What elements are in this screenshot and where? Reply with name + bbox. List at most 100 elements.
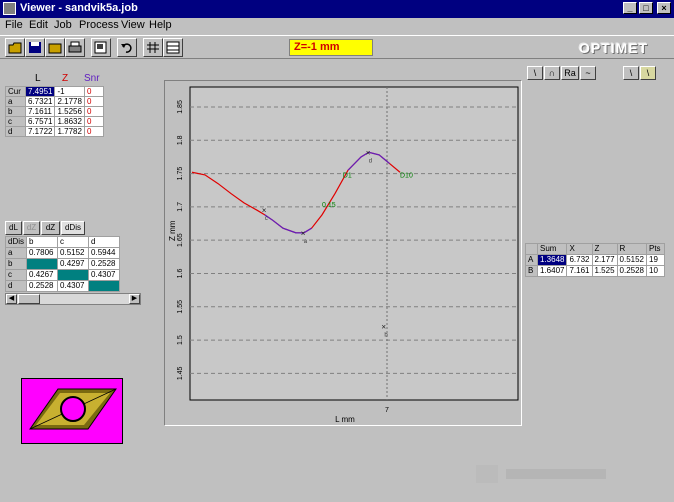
- y-tick-label: 1.7: [177, 202, 184, 212]
- table-cell[interactable]: 0.5944: [88, 247, 121, 259]
- table-row[interactable]: c 0.4267 0.4307: [4, 269, 121, 281]
- table-cell[interactable]: 10: [646, 265, 665, 277]
- ra-view-button[interactable]: Ra: [561, 66, 579, 80]
- table-cell[interactable]: 19: [646, 254, 665, 266]
- wave-view-button[interactable]: ~: [580, 66, 596, 80]
- open-icon: [8, 42, 22, 54]
- y-tick-label: 1.6: [177, 268, 184, 278]
- export-button[interactable]: [91, 38, 111, 57]
- table-row[interactable]: A 1.3648 6.732 2.177 0.5152 19: [525, 254, 665, 266]
- table-cell[interactable]: 0.5152: [57, 247, 90, 259]
- tab-ddis[interactable]: dDis: [61, 221, 85, 235]
- row-label: c: [5, 116, 26, 127]
- menu-job[interactable]: Job: [54, 19, 72, 31]
- print-icon: [68, 41, 82, 53]
- row-label: B: [525, 265, 538, 277]
- table-cell[interactable]: [57, 269, 90, 281]
- grid-button[interactable]: [143, 38, 163, 57]
- save-button[interactable]: [25, 38, 45, 57]
- folder-icon: [48, 43, 62, 54]
- scroll-thumb[interactable]: [18, 294, 40, 304]
- cell-l: 6.7571: [24, 116, 56, 127]
- table-row[interactable]: b 0.4297 0.2528: [4, 258, 121, 270]
- header-cell: X: [566, 243, 593, 255]
- cursor-marker-label: c: [265, 216, 268, 222]
- row-label: a: [5, 96, 26, 107]
- header-cell: R: [616, 243, 648, 255]
- folder-button[interactable]: [45, 38, 65, 57]
- open-button[interactable]: [5, 38, 25, 57]
- table-row[interactable]: d 7.1722 1.7782 0: [5, 126, 104, 137]
- table-cell[interactable]: 0.4267: [26, 269, 59, 281]
- table-row[interactable]: Cur 7.4951 -1 0: [5, 86, 104, 97]
- menu-process[interactable]: Process: [79, 19, 119, 31]
- table-cell[interactable]: 0.4307: [57, 280, 90, 292]
- table-cell[interactable]: 1.525: [591, 265, 618, 277]
- table-cell[interactable]: 0.2528: [616, 265, 648, 277]
- table-cell[interactable]: 1.6407: [536, 265, 568, 277]
- tab-dz-1[interactable]: dZ: [23, 221, 40, 235]
- profile-plot[interactable]: × c × a × b × d D1 D10 0.15 1.85 1.8 1.75 1.7 1.65 1.6 1…: [164, 80, 522, 426]
- menu-file[interactable]: File: [5, 19, 23, 31]
- arc-view-button[interactable]: ∩: [544, 66, 560, 80]
- line-view-button[interactable]: \: [527, 66, 543, 80]
- table-row[interactable]: d 0.2528 0.4307: [4, 280, 121, 292]
- table-cell[interactable]: 0.2528: [88, 258, 121, 270]
- tab-dl[interactable]: dL: [5, 221, 22, 235]
- scroll-left-icon[interactable]: ◀: [6, 294, 17, 304]
- table-cell[interactable]: [88, 280, 121, 292]
- slope-alt-view-button[interactable]: \: [640, 66, 656, 80]
- header-cell: Sum: [536, 243, 568, 255]
- table-row[interactable]: b 7.1611 1.5256 0: [5, 106, 104, 117]
- table-row[interactable]: B 1.6407 7.161 1.525 0.2528 10: [525, 265, 665, 277]
- tab-dz-2[interactable]: dZ: [41, 221, 60, 235]
- cursor-marker-icon: ×: [301, 229, 306, 238]
- close-button[interactable]: ×: [657, 2, 671, 14]
- table-cell[interactable]: 0.4307: [88, 269, 121, 281]
- table-header-row: Sum X Z R Pts: [525, 243, 665, 255]
- y-tick-label: 1.8: [177, 135, 184, 145]
- plot-area[interactable]: [189, 86, 519, 401]
- app-icon[interactable]: [3, 2, 16, 15]
- table-cell[interactable]: 7.161: [566, 265, 593, 277]
- table-row[interactable]: a 0.7806 0.5152 0.5944: [4, 247, 121, 259]
- table-cell[interactable]: 2.177: [591, 254, 618, 266]
- y-tick-label: 1.55: [177, 300, 184, 314]
- z-level-indicator: Z=-1 mm: [289, 39, 373, 56]
- table-button[interactable]: [163, 38, 183, 57]
- maximize-button[interactable]: □: [639, 2, 653, 14]
- table-cell[interactable]: [26, 258, 59, 270]
- menu-view[interactable]: View: [121, 19, 145, 31]
- y-axis-label: Z mm: [168, 220, 177, 241]
- scroll-right-icon[interactable]: ▶: [129, 294, 140, 304]
- insert-thumbnail[interactable]: [21, 378, 123, 444]
- profile-chart[interactable]: ×c×a×b×dD1 D100.15 1.851.81.751.71.651.61…: [165, 81, 521, 425]
- cell-snr: 0: [83, 106, 104, 117]
- menu-edit[interactable]: Edit: [29, 19, 48, 31]
- slope-view-button[interactable]: \: [623, 66, 639, 80]
- table-cell[interactable]: 0.2528: [26, 280, 59, 292]
- header-cell: Pts: [646, 243, 665, 255]
- menu-help[interactable]: Help: [149, 19, 172, 31]
- x-tick-label: 7: [385, 407, 389, 414]
- table-cell[interactable]: 6.732: [566, 254, 593, 266]
- row-label: Cur: [5, 86, 26, 97]
- horizontal-scrollbar[interactable]: ◀ ▶: [5, 293, 141, 305]
- window-title: Viewer - sandvik5a.job: [20, 2, 138, 14]
- undo-button[interactable]: [117, 38, 137, 57]
- minimize-button[interactable]: _: [623, 2, 637, 14]
- print-button[interactable]: [65, 38, 85, 57]
- cell-z: -1: [54, 86, 85, 97]
- cell-snr: 0: [83, 96, 104, 107]
- table-cell[interactable]: 1.3648: [536, 254, 568, 266]
- header-cell: d: [88, 236, 121, 248]
- table-cell[interactable]: 0.5152: [616, 254, 648, 266]
- col-header-z: Z: [62, 73, 69, 84]
- table-row[interactable]: a 6.7321 2.1778 0: [5, 96, 104, 107]
- table-cell[interactable]: 0.4297: [57, 258, 90, 270]
- distance-table: dDis b c d a 0.7806 0.5152 0.5944 b 0.42…: [4, 236, 121, 292]
- cell-z: 1.8632: [54, 116, 85, 127]
- table-cell[interactable]: 0.7806: [26, 247, 59, 259]
- row-label: c: [4, 269, 28, 281]
- table-row[interactable]: c 6.7571 1.8632 0: [5, 116, 104, 127]
